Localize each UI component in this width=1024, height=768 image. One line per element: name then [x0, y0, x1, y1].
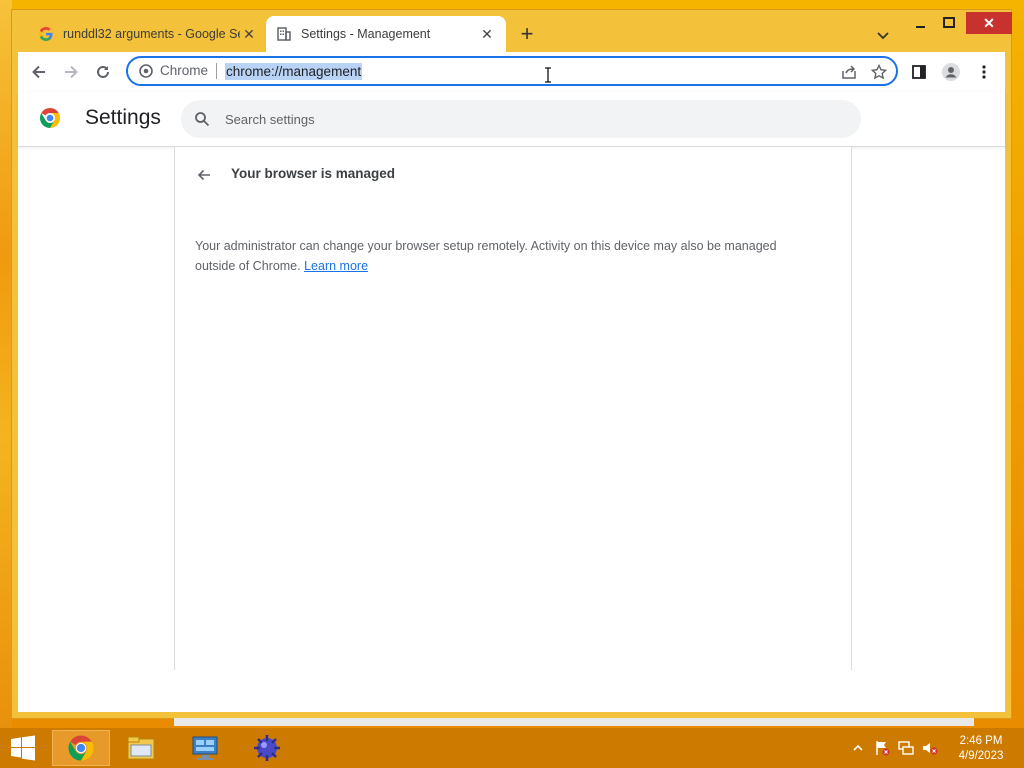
profile-avatar-icon[interactable]	[940, 61, 962, 83]
bookmark-star-icon[interactable]	[870, 63, 888, 81]
forward-button[interactable]	[60, 61, 82, 83]
volume-muted-icon[interactable]	[922, 740, 938, 756]
side-panel-icon[interactable]	[908, 61, 930, 83]
share-icon[interactable]	[840, 63, 858, 81]
tab-close-icon[interactable]: ✕	[478, 25, 496, 43]
document-building-icon	[276, 26, 292, 42]
close-window-button[interactable]: ✕	[966, 12, 1012, 34]
more-menu-icon[interactable]	[973, 61, 995, 83]
search-settings-input[interactable]: Search settings	[181, 100, 861, 138]
search-placeholder: Search settings	[225, 111, 315, 127]
action-center-flag-icon[interactable]	[874, 740, 890, 756]
back-button[interactable]	[28, 61, 50, 83]
horizontal-scrollbar[interactable]	[174, 718, 974, 726]
page-title: Your browser is managed	[231, 166, 396, 181]
management-description: Your administrator can change your brows…	[195, 236, 815, 276]
browser-window: runddl32 arguments - Google Se ✕ Setting…	[12, 10, 1012, 718]
google-g-icon	[38, 26, 54, 42]
chrome-icon	[68, 735, 94, 761]
start-button[interactable]	[0, 728, 46, 768]
taskbar-file-explorer[interactable]	[112, 730, 170, 766]
settings-header: Settings Search settings	[18, 92, 1005, 147]
file-explorer-icon	[127, 736, 155, 760]
text-cursor	[544, 67, 551, 83]
tray-overflow-chevron-icon[interactable]	[850, 740, 866, 756]
back-arrow-icon[interactable]	[193, 164, 215, 186]
minimize-button[interactable]	[908, 12, 934, 34]
desktop-edge	[0, 0, 12, 730]
settings-title: Settings	[85, 106, 161, 129]
tab-close-icon[interactable]: ✕	[240, 25, 258, 43]
network-icon[interactable]	[898, 740, 914, 756]
toolbar: Chrome chrome://management	[18, 52, 1005, 92]
maximize-button[interactable]	[936, 12, 962, 34]
clock-date: 4/9/2023	[958, 750, 1004, 762]
tab-google-search[interactable]: runddl32 arguments - Google Se ✕	[28, 16, 268, 52]
description-text: Your administrator can change your brows…	[195, 239, 777, 273]
reload-button[interactable]	[92, 61, 114, 83]
taskbar-app[interactable]	[238, 730, 296, 766]
chrome-page-icon	[138, 63, 154, 79]
omnibox-chip: Chrome	[160, 63, 218, 79]
control-panel-icon	[192, 736, 218, 760]
search-icon	[193, 110, 211, 128]
clock-time: 2:46 PM	[959, 735, 1003, 747]
management-card: Your browser is managed Your administrat…	[174, 147, 852, 670]
learn-more-link[interactable]: Learn more	[304, 259, 368, 273]
tab-title: runddl32 arguments - Google Se	[63, 27, 240, 41]
taskbar-chrome[interactable]	[52, 730, 110, 766]
url-text[interactable]: chrome://management	[225, 62, 363, 80]
taskbar: 2:46 PM 4/9/2023	[0, 728, 1024, 768]
taskbar-control-panel[interactable]	[176, 730, 234, 766]
tab-title: Settings - Management	[301, 27, 431, 41]
browser-content-area: Chrome chrome://management Settings Sear…	[18, 52, 1005, 712]
address-bar[interactable]: Chrome chrome://management	[126, 56, 898, 86]
tab-settings-management[interactable]: Settings - Management ✕	[266, 16, 506, 52]
chrome-logo-icon	[38, 106, 62, 130]
system-clock[interactable]: 2:46 PM 4/9/2023	[950, 734, 1012, 764]
new-tab-button[interactable]: +	[516, 23, 538, 46]
tab-search-chevron-icon[interactable]	[874, 26, 892, 44]
app-icon	[254, 735, 280, 761]
